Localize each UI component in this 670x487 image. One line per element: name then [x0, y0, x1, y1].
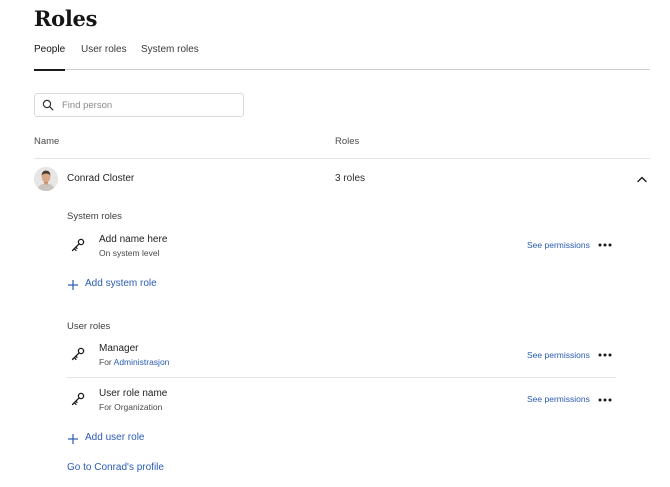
key-icon [71, 392, 85, 406]
see-permissions-link[interactable]: See permissions [527, 240, 590, 250]
chevron-up-icon[interactable] [635, 172, 649, 186]
column-header-name: Name [34, 136, 60, 147]
person-name[interactable]: Conrad Closter [67, 173, 134, 184]
user-role-scope: For Administrasjon [99, 357, 169, 367]
user-role-name: Manager [99, 343, 139, 354]
user-role-name: User role name [99, 388, 168, 399]
person-roles-count: 3 roles [335, 173, 366, 184]
tab-user-roles[interactable]: User roles [81, 44, 127, 70]
search-input[interactable] [62, 97, 237, 113]
profile-link[interactable]: Go to Conrad's profile [67, 462, 164, 473]
see-permissions-link[interactable]: See permissions [527, 350, 590, 360]
key-icon [71, 347, 85, 361]
add-user-role-label: Add user role [85, 432, 145, 443]
plus-icon [68, 280, 78, 290]
user-roles-title: User roles [67, 321, 111, 332]
tab-system-roles[interactable]: System roles [141, 44, 199, 70]
search-box [34, 93, 244, 117]
search-icon [42, 99, 54, 111]
key-icon [71, 238, 85, 252]
user-role-scope-prefix: For [99, 357, 112, 367]
row-divider [67, 377, 616, 378]
user-role-scope-link[interactable]: Administrasjon [114, 357, 170, 367]
column-header-roles: Roles [335, 136, 360, 147]
system-role-scope: On system level [99, 248, 160, 258]
system-roles-title: System roles [67, 211, 122, 222]
tab-people[interactable]: People [34, 44, 66, 71]
user-role-scope: For Organization [99, 402, 163, 412]
system-role-name: Add name here [99, 234, 168, 245]
more-icon[interactable] [598, 241, 612, 249]
more-icon[interactable] [598, 396, 612, 404]
header-divider [34, 158, 650, 159]
see-permissions-link[interactable]: See permissions [527, 394, 590, 404]
avatar [34, 167, 58, 191]
page-title: Roles [34, 6, 98, 31]
plus-icon [68, 434, 78, 444]
add-system-role-label: Add system role [85, 278, 157, 289]
more-icon[interactable] [598, 351, 612, 359]
tab-bar: People User roles System roles [34, 44, 650, 71]
